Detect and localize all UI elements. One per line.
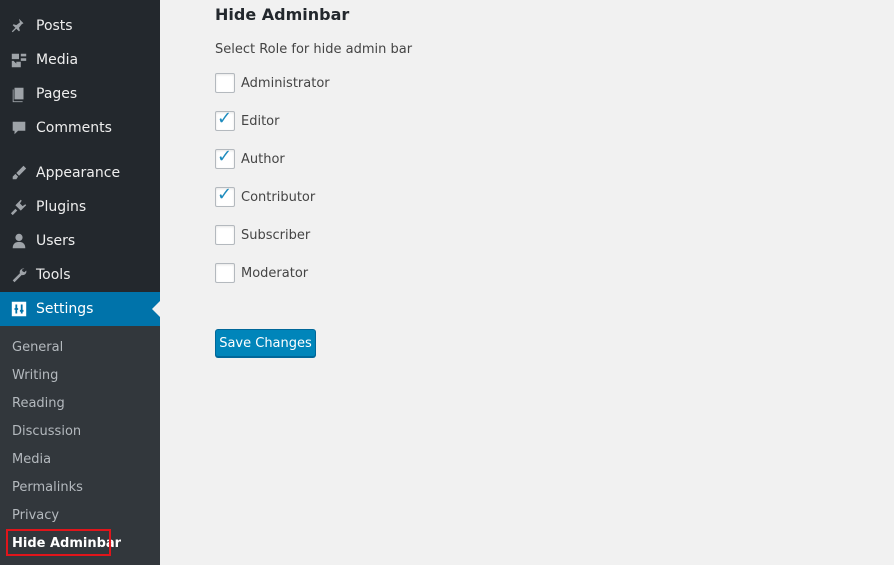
sidebar-item-label: Users xyxy=(36,233,76,249)
sidebar-item-label: Comments xyxy=(36,120,112,136)
role-option-subscriber[interactable]: Subscriber xyxy=(215,225,310,245)
sidebar-item-label: Pages xyxy=(36,86,78,102)
highlight-box xyxy=(6,529,111,556)
submenu-item-discussion[interactable]: Discussion xyxy=(12,424,81,439)
role-option-author[interactable]: ✓ Author xyxy=(215,146,285,169)
sidebar-item-plugins[interactable]: Plugins xyxy=(0,190,160,224)
pin-icon xyxy=(9,16,29,36)
checkmark-icon: ✓ xyxy=(217,108,233,129)
moderator-checkbox[interactable] xyxy=(215,263,235,283)
sidebar-item-pages[interactable]: Pages xyxy=(0,77,160,111)
subscriber-checkbox[interactable] xyxy=(215,225,235,245)
plugin-icon xyxy=(9,197,29,217)
sidebar-item-label: Posts xyxy=(36,18,73,34)
administrator-checkbox[interactable] xyxy=(215,73,235,93)
sidebar-item-posts[interactable]: Posts xyxy=(0,9,160,43)
submenu-item-permalinks[interactable]: Permalinks xyxy=(12,480,83,495)
sidebar-item-label: Plugins xyxy=(36,199,87,215)
media-icon xyxy=(9,50,29,70)
editor-checkbox[interactable]: ✓ xyxy=(215,108,235,131)
role-option-moderator[interactable]: Moderator xyxy=(215,263,308,283)
sidebar-item-settings[interactable]: Settings xyxy=(0,292,160,326)
sidebar-item-appearance[interactable]: Appearance xyxy=(0,156,160,190)
settings-icon xyxy=(9,299,29,319)
pages-icon xyxy=(9,84,29,104)
role-label: Author xyxy=(241,151,285,167)
submenu-item-media[interactable]: Media xyxy=(12,452,51,467)
sidebar-item-label: Appearance xyxy=(36,165,121,181)
role-option-editor[interactable]: ✓ Editor xyxy=(215,108,280,131)
role-label: Subscriber xyxy=(241,227,311,243)
role-description: Select Role for hide admin bar xyxy=(215,42,413,57)
sidebar-item-tools[interactable]: Tools xyxy=(0,258,160,292)
brush-icon xyxy=(9,163,29,183)
comment-icon xyxy=(9,118,29,138)
role-option-administrator[interactable]: Administrator xyxy=(215,73,330,93)
user-icon xyxy=(9,231,29,251)
current-menu-arrow xyxy=(152,301,160,317)
role-option-contributor[interactable]: ✓ Contributor xyxy=(215,184,316,207)
save-changes-button[interactable]: Save Changes xyxy=(215,329,316,357)
submenu-item-general[interactable]: General xyxy=(12,340,63,355)
checkmark-icon: ✓ xyxy=(217,184,233,205)
submenu-item-writing[interactable]: Writing xyxy=(12,368,58,383)
submenu-item-reading[interactable]: Reading xyxy=(12,396,65,411)
sidebar-item-label: Settings xyxy=(36,301,94,317)
role-label: Contributor xyxy=(241,189,316,205)
page-title: Hide Adminbar xyxy=(215,5,350,24)
sidebar-item-comments[interactable]: Comments xyxy=(0,111,160,145)
sidebar-item-users[interactable]: Users xyxy=(0,224,160,258)
role-label: Editor xyxy=(241,113,280,129)
sidebar-item-media[interactable]: Media xyxy=(0,43,160,77)
author-checkbox[interactable]: ✓ xyxy=(215,146,235,169)
role-label: Administrator xyxy=(241,75,330,91)
sidebar-item-label: Tools xyxy=(36,267,71,283)
checkmark-icon: ✓ xyxy=(217,146,233,167)
contributor-checkbox[interactable]: ✓ xyxy=(215,184,235,207)
role-label: Moderator xyxy=(241,265,309,281)
wrench-icon xyxy=(9,265,29,285)
submenu-item-privacy[interactable]: Privacy xyxy=(12,508,59,523)
sidebar-item-label: Media xyxy=(36,52,79,68)
